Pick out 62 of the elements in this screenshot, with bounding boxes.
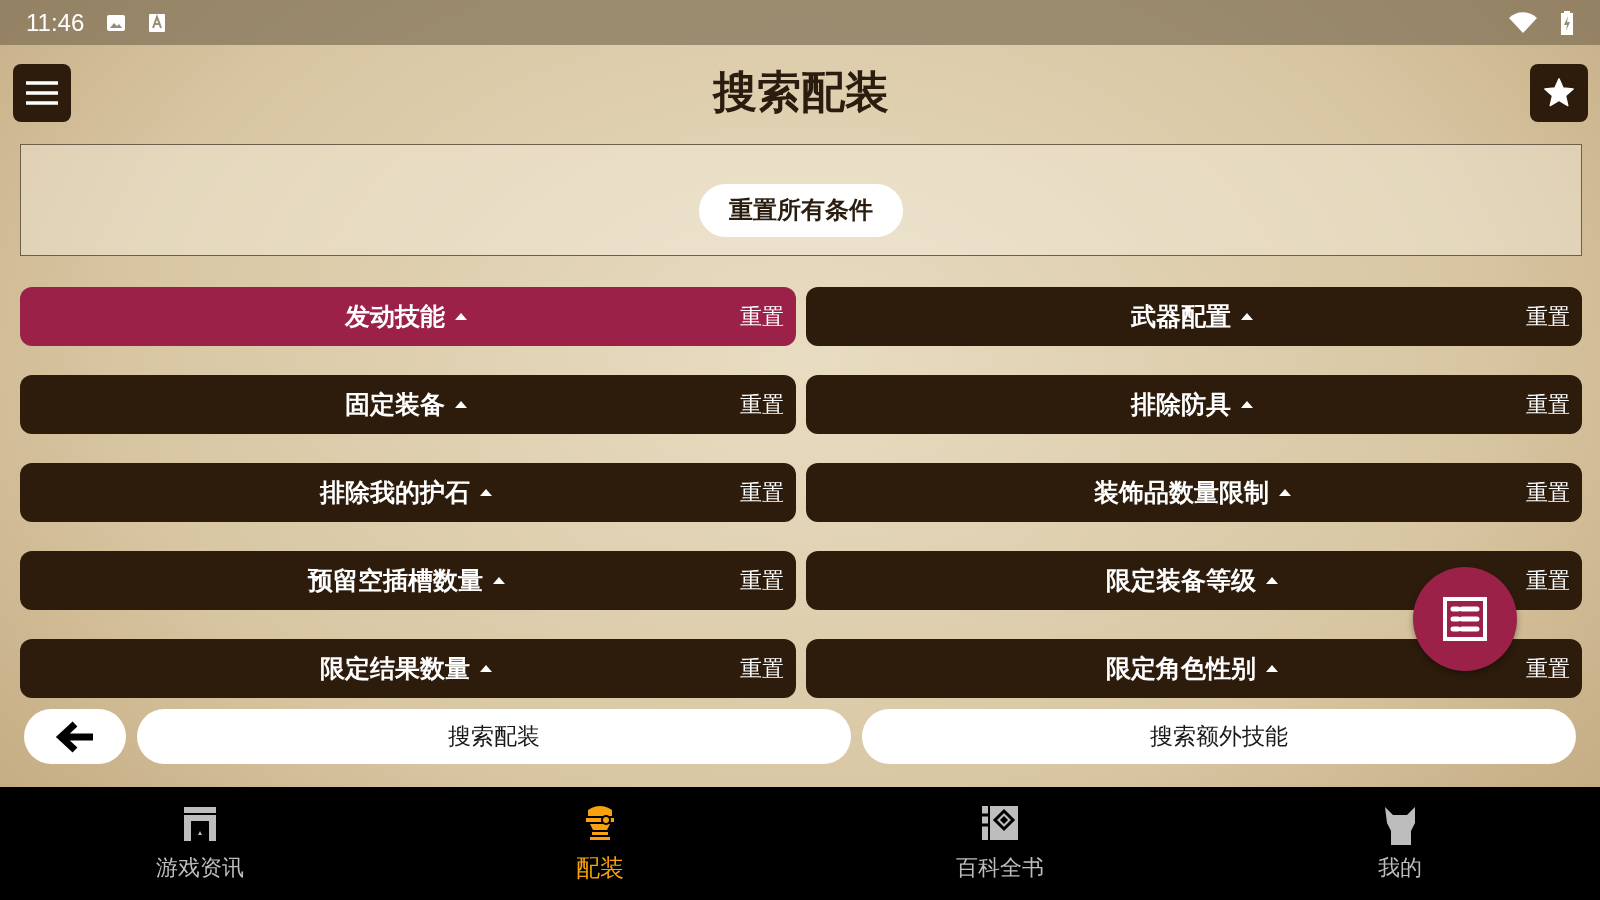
font-icon: [148, 12, 167, 33]
caret-icon: [455, 313, 467, 320]
cat-icon: [1383, 804, 1417, 847]
caret-icon: [492, 577, 505, 584]
gate-icon: [182, 804, 218, 843]
filter-label: 装饰品数量限制: [1093, 477, 1269, 509]
reset-link[interactable]: 重置: [1518, 477, 1582, 508]
caret-icon: [480, 489, 492, 496]
list-icon: [1442, 596, 1488, 642]
filter-label: 限定结果数量: [320, 653, 470, 685]
filter-label: 限定角色性别: [1106, 653, 1256, 685]
book-icon: [981, 804, 1019, 841]
filter-label: 发动技能: [345, 301, 445, 333]
filter-label: 排除防具: [1131, 389, 1231, 421]
filter-label: 武器配置: [1131, 301, 1231, 333]
caret-icon: [1266, 665, 1278, 672]
caret-icon: [480, 665, 492, 672]
reset-link[interactable]: 重置: [1518, 389, 1582, 420]
reset-link[interactable]: 重置: [732, 565, 796, 596]
search-skills-button[interactable]: 搜索额外技能: [862, 709, 1576, 764]
filter-bar[interactable]: 预留空插槽数量 重置: [20, 551, 796, 610]
nav-tab[interactable]: 百科全书: [800, 787, 1200, 900]
reset-all-button[interactable]: 重置所有条件: [699, 183, 903, 237]
back-arrow-icon: [55, 719, 95, 754]
caret-icon: [1241, 313, 1253, 320]
search-build-button[interactable]: 搜索配装: [137, 709, 851, 764]
filter-bar[interactable]: 排除防具 重置: [806, 375, 1582, 434]
reset-link[interactable]: 重置: [732, 477, 796, 508]
filter-bar[interactable]: 装饰品数量限制 重置: [806, 463, 1582, 522]
filter-bar[interactable]: 固定装备 重置: [20, 375, 796, 434]
image-icon: [106, 12, 127, 33]
reset-link[interactable]: 重置: [732, 301, 796, 332]
filter-label: 排除我的护石: [320, 477, 470, 509]
battery-icon: [1560, 10, 1574, 35]
reset-link[interactable]: 重置: [1518, 565, 1582, 596]
nav-tab[interactable]: 配装: [400, 787, 800, 900]
wifi-icon: [1508, 11, 1538, 34]
favorite-button[interactable]: [1530, 63, 1588, 122]
reset-link[interactable]: 重置: [1518, 653, 1582, 684]
caret-icon: [455, 401, 467, 408]
filter-label: 预留空插槽数量: [307, 565, 483, 597]
filter-bar[interactable]: 限定角色性别 重置: [806, 639, 1582, 698]
filter-bar[interactable]: 限定装备等级 重置: [806, 551, 1582, 610]
caret-icon: [1266, 577, 1278, 584]
caret-icon: [1278, 489, 1291, 496]
status-time: 11:46: [26, 8, 85, 37]
filter-bar[interactable]: 限定结果数量 重置: [20, 639, 796, 698]
filter-bar[interactable]: 发动技能 重置: [20, 287, 796, 346]
filter-label: 限定装备等级: [1106, 565, 1256, 597]
nav-tab[interactable]: 游戏资讯: [0, 787, 400, 900]
page-title: 搜索配装: [712, 65, 889, 119]
reset-link[interactable]: 重置: [732, 653, 796, 684]
caret-icon: [1241, 401, 1253, 408]
reset-link[interactable]: 重置: [732, 389, 796, 420]
menu-button[interactable]: [13, 63, 71, 122]
filter-bar[interactable]: 武器配置 重置: [806, 287, 1582, 346]
menu-icon: [24, 79, 60, 106]
filter-label: 固定装备: [345, 389, 445, 421]
reset-link[interactable]: 重置: [1518, 301, 1582, 332]
back-button[interactable]: [24, 709, 126, 764]
filter-bar[interactable]: 排除我的护石 重置: [20, 463, 796, 522]
nav-tab[interactable]: 我的: [1200, 787, 1600, 900]
